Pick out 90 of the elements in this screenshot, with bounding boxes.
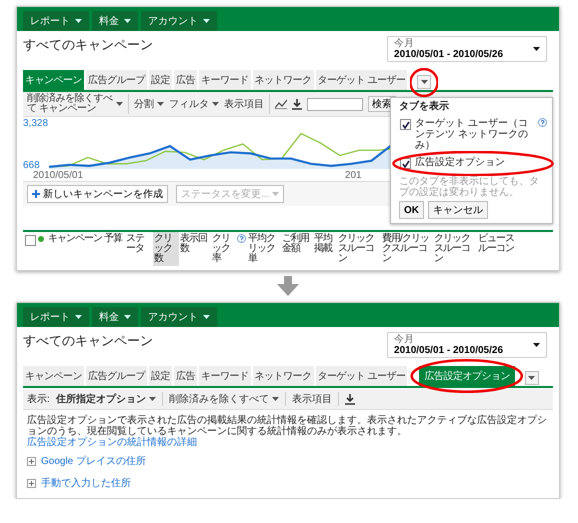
tab[interactable]: 広告 <box>174 70 197 90</box>
option-label: ターゲット ユーザー（コンテンツ ネットワークのみ） <box>415 118 529 151</box>
view-filter-dropdown[interactable]: 削除済みを除くすべて キャンペーン <box>27 94 123 114</box>
tab[interactable]: 設定 <box>149 366 172 386</box>
down-arrow-icon <box>277 276 299 296</box>
tab[interactable]: キーワード <box>199 366 250 386</box>
column-header[interactable]: 予算 <box>104 234 122 244</box>
axis-label: 2010/05/01 <box>33 171 84 181</box>
popup-title: タブを表示 <box>399 101 450 112</box>
section-link[interactable]: Google プレイスの住所 <box>41 454 146 468</box>
column-header[interactable]: クリック数 <box>154 234 178 264</box>
option-label: 広告設定オプション <box>415 157 505 168</box>
caret-icon <box>420 80 428 84</box>
caret-icon <box>148 397 156 401</box>
nav-menu[interactable]: 料金 <box>92 11 138 31</box>
view-dropdown[interactable]: 住所指定オプション <box>56 392 156 406</box>
caret-icon <box>116 102 123 106</box>
caret-icon <box>528 376 536 380</box>
tab-menu-button[interactable] <box>524 371 539 385</box>
tab[interactable]: 広告 <box>174 366 197 386</box>
column-header[interactable]: 平均クリック単 <box>248 234 280 264</box>
view-label: 表示: <box>27 392 50 406</box>
caret-icon <box>533 47 540 51</box>
tab[interactable]: 広告グループ <box>86 70 147 90</box>
axis-label: 201 <box>344 171 362 181</box>
caret-icon <box>157 102 164 106</box>
popup-note: このタブを非表示にしても、タブの設定は変わりません。 <box>399 176 540 198</box>
expand-icon[interactable] <box>27 456 36 466</box>
tab[interactable]: ターゲット ユーザー <box>316 366 408 386</box>
nav-menu[interactable]: アカウント <box>141 11 217 31</box>
description-text: 広告設定オプションで表示された広告の掲載結果の統計情報を確認します。表示されたアクティブな広告設定オプションのうち、現在閲覧しているキャンペーンに関する統計情報のみが表示されます。 広告設定オプションの統計情報の詳細 <box>26 414 548 450</box>
column-header[interactable]: クリック率 <box>212 234 236 264</box>
tab[interactable]: ネットワーク <box>252 366 314 386</box>
tab[interactable]: 設定 <box>149 70 172 90</box>
caret-icon <box>124 19 131 23</box>
filter-dropdown[interactable]: 削除済みを除くすべて <box>168 392 279 406</box>
columns-button[interactable]: 表示項目 <box>224 97 264 111</box>
checkbox[interactable] <box>400 119 411 130</box>
column-header[interactable]: 費用/クリックスルーコン <box>382 234 432 264</box>
expand-icon[interactable] <box>27 478 36 488</box>
column-header[interactable]: 平均掲載 <box>314 234 336 254</box>
create-campaign-button[interactable]: 新しいキャンペーンを作成 <box>27 185 168 203</box>
caret-icon <box>75 19 82 23</box>
caret-icon <box>124 315 131 319</box>
columns-button[interactable]: 表示項目 <box>292 392 332 406</box>
date-range-picker[interactable]: 今月 2010/05/01 - 2010/05/26 <box>387 332 547 358</box>
date-range-picker[interactable]: 今月 2010/05/01 - 2010/05/26 <box>387 36 547 62</box>
line-chart-icon[interactable] <box>275 99 287 109</box>
column-header[interactable]: キャンペーン <box>48 234 102 244</box>
nav-menu[interactable]: アカウント <box>141 307 217 327</box>
tab[interactable]: キャンペーン <box>23 366 84 386</box>
status-dot-icon <box>38 236 44 242</box>
cancel-button[interactable]: キャンセル <box>428 201 488 219</box>
section-link[interactable]: 手動で入力した住所 <box>41 476 131 490</box>
page-title: すべてのキャンペーン <box>23 332 153 350</box>
column-header[interactable]: クリックスルーコン <box>434 234 476 264</box>
caret-icon <box>75 315 82 319</box>
ok-button[interactable]: OK <box>399 201 424 219</box>
segment-dropdown[interactable]: 分割 <box>134 97 164 111</box>
checkbox[interactable] <box>25 235 36 246</box>
tab[interactable]: ネットワーク <box>252 70 314 90</box>
details-link[interactable]: 広告設定オプションの統計情報の詳細 <box>27 437 197 448</box>
nav-menu[interactable]: レポート <box>23 11 89 31</box>
download-icon[interactable] <box>344 394 355 404</box>
nav-menu[interactable]: レポート <box>23 307 89 327</box>
caret-icon <box>203 315 210 319</box>
axis-label: 3,328 <box>23 119 49 129</box>
tab-menu-button[interactable] <box>417 75 432 89</box>
column-header[interactable]: 表示回数 <box>180 234 210 254</box>
plus-icon <box>32 190 40 198</box>
tab[interactable]: 広告グループ <box>86 366 147 386</box>
caret-icon <box>533 343 540 347</box>
caret-icon <box>212 102 219 106</box>
caret-icon <box>272 397 279 401</box>
tab[interactable]: 広告設定オプション <box>419 366 515 386</box>
column-header[interactable]: ステータ <box>126 234 152 254</box>
caret-icon <box>203 19 210 23</box>
caret-icon <box>272 192 280 196</box>
download-icon[interactable] <box>292 98 302 110</box>
tab[interactable]: キャンペーン <box>23 70 84 90</box>
nav-menu[interactable]: 料金 <box>92 307 138 327</box>
column-header[interactable]: クリックスルーコン <box>338 234 380 264</box>
tab[interactable]: ターゲット ユーザー <box>316 70 408 90</box>
column-header[interactable]: ビュースルーコン <box>478 234 516 254</box>
page-title: すべてのキャンペーン <box>23 36 153 54</box>
tab[interactable]: キーワード <box>199 70 250 90</box>
column-header[interactable]: ご利用金額 <box>282 234 312 254</box>
axis-label: 668 <box>23 161 40 171</box>
filter-dropdown[interactable]: フィルタ <box>169 97 219 111</box>
search-field[interactable] <box>307 98 363 110</box>
